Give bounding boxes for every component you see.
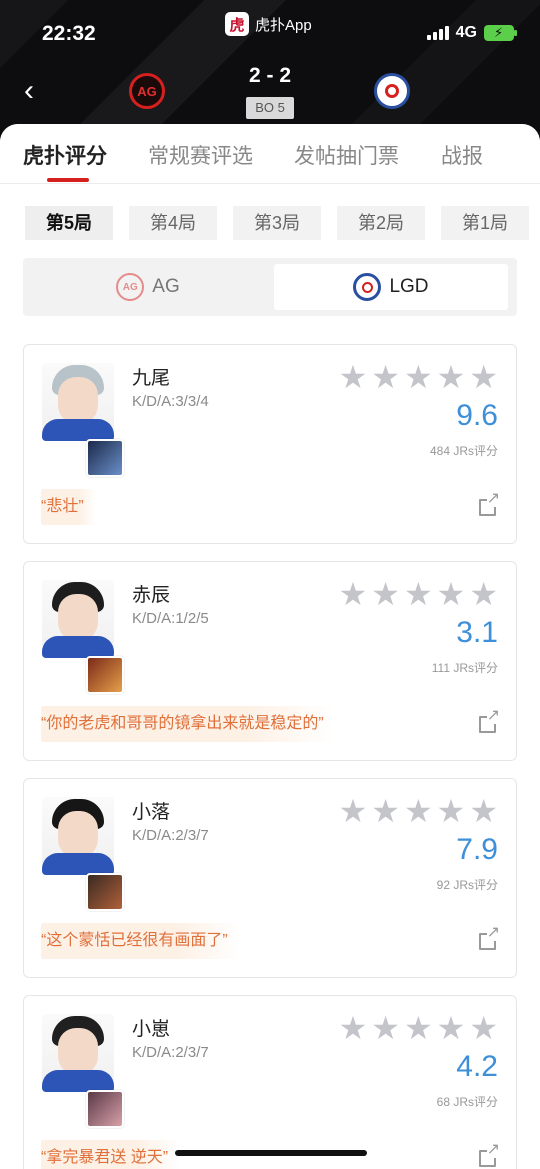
home-indicator <box>175 1150 367 1156</box>
player-rating: 9.6 <box>456 399 498 432</box>
team-option-ag[interactable]: AG AG <box>31 264 265 310</box>
ag-logo-icon: AG <box>116 273 145 301</box>
rating-count: 92 JRs评分 <box>436 878 498 892</box>
star-icon[interactable]: ★ <box>339 361 368 393</box>
star-icon[interactable]: ★ <box>437 578 466 610</box>
tab-hupu-rating[interactable]: 虎扑评分 <box>23 140 107 170</box>
player-name: 九尾 <box>132 368 171 389</box>
tab-bar: 虎扑评分 常规赛评选 发帖抽门票 战报 <box>0 124 540 184</box>
star-icon[interactable]: ★ <box>339 1012 368 1044</box>
status-indicators: 4G ⚡ <box>426 24 517 42</box>
player-avatar <box>42 797 114 875</box>
battery-icon: ⚡ <box>484 25 517 41</box>
player-name: 赤辰 <box>132 585 171 606</box>
player-rating: 7.9 <box>456 833 498 866</box>
team-name: AG <box>152 276 180 297</box>
player-name: 小落 <box>132 802 171 823</box>
player-card[interactable]: 小落 K/D/A:2/3/7 ★ ★ ★ ★ ★ 7.9 92 JRs评分 “这… <box>23 778 517 978</box>
star-icon[interactable]: ★ <box>404 361 433 393</box>
hero-icon <box>86 1090 124 1128</box>
game-selector: 第5局 第4局 第3局 第2局 第1局 <box>25 206 529 240</box>
app-badge[interactable]: 虎 虎扑App <box>225 12 312 36</box>
share-icon[interactable] <box>479 491 500 516</box>
star-icon[interactable]: ★ <box>371 1012 400 1044</box>
star-icon[interactable]: ★ <box>371 578 400 610</box>
game-tab-5[interactable]: 第5局 <box>25 206 113 240</box>
star-icon[interactable]: ★ <box>469 361 498 393</box>
top-comment[interactable]: “悲壮” <box>41 489 96 525</box>
content-sheet: 虎扑评分 常规赛评选 发帖抽门票 战报 第5局 第4局 第3局 第2局 第1局 … <box>0 124 540 1169</box>
rating-stars[interactable]: ★ ★ ★ ★ ★ <box>339 1012 498 1044</box>
share-icon[interactable] <box>479 1142 500 1167</box>
lgd-team-logo <box>374 73 410 109</box>
share-icon[interactable] <box>479 708 500 733</box>
star-icon[interactable]: ★ <box>339 578 368 610</box>
player-kda: K/D/A:2/3/7 <box>132 1044 209 1061</box>
match-header: 22:32 虎 虎扑App 4G ⚡ ‹ AG 2 - 2 BO 5 <box>0 0 540 140</box>
hupu-logo-icon: 虎 <box>225 12 249 36</box>
rating-count: 111 JRs评分 <box>431 661 498 675</box>
player-card[interactable]: 赤辰 K/D/A:1/2/5 ★ ★ ★ ★ ★ 3.1 111 JRs评分 “… <box>23 561 517 761</box>
player-avatar <box>42 1014 114 1092</box>
star-icon[interactable]: ★ <box>469 795 498 827</box>
top-comment[interactable]: “你的老虎和哥哥的镜拿出来就是稳定的” <box>41 706 336 742</box>
rating-count: 484 JRs评分 <box>429 444 498 458</box>
star-icon[interactable]: ★ <box>404 578 433 610</box>
game-tab-1[interactable]: 第1局 <box>441 206 529 240</box>
star-icon[interactable]: ★ <box>371 361 400 393</box>
lgd-logo-icon <box>353 273 382 301</box>
player-avatar <box>42 580 114 658</box>
star-icon[interactable]: ★ <box>404 795 433 827</box>
team-name: LGD <box>389 276 429 297</box>
player-card[interactable]: 小崽 K/D/A:2/3/7 ★ ★ ★ ★ ★ 4.2 68 JRs评分 “拿… <box>23 995 517 1169</box>
player-kda: K/D/A:2/3/7 <box>132 827 209 844</box>
game-tab-3[interactable]: 第3局 <box>233 206 321 240</box>
top-comment[interactable]: “拿完暴君送 逆天” <box>41 1140 181 1169</box>
star-icon[interactable]: ★ <box>437 795 466 827</box>
status-time: 22:32 <box>42 22 96 45</box>
tab-match-report[interactable]: 战报 <box>441 140 483 170</box>
star-icon[interactable]: ★ <box>469 1012 498 1044</box>
star-icon[interactable]: ★ <box>371 795 400 827</box>
hero-icon <box>86 873 124 911</box>
player-rating: 4.2 <box>456 1050 498 1083</box>
game-tab-4[interactable]: 第4局 <box>129 206 217 240</box>
active-tab-indicator <box>47 178 89 182</box>
rating-stars[interactable]: ★ ★ ★ ★ ★ <box>339 578 498 610</box>
player-kda: K/D/A:1/2/5 <box>132 610 209 627</box>
hero-icon <box>86 656 124 694</box>
star-icon[interactable]: ★ <box>404 1012 433 1044</box>
top-comment[interactable]: “这个蒙恬已经很有画面了” <box>41 923 240 959</box>
signal-icon <box>426 26 449 40</box>
star-icon[interactable]: ★ <box>339 795 368 827</box>
player-avatar <box>42 363 114 441</box>
team-option-lgd[interactable]: LGD <box>274 264 508 310</box>
network-label: 4G <box>455 24 477 41</box>
player-rating: 3.1 <box>456 616 498 649</box>
match-score: 2 - 2 <box>248 64 292 87</box>
star-icon[interactable]: ★ <box>437 1012 466 1044</box>
rating-stars[interactable]: ★ ★ ★ ★ ★ <box>339 361 498 393</box>
match-format-badge: BO 5 <box>246 97 294 119</box>
player-name: 小崽 <box>132 1019 171 1040</box>
hero-icon <box>86 439 124 477</box>
rating-stars[interactable]: ★ ★ ★ ★ ★ <box>339 795 498 827</box>
player-card[interactable]: 九尾 K/D/A:3/3/4 ★ ★ ★ ★ ★ 9.6 484 JRs评分 “… <box>23 344 517 544</box>
app-name: 虎扑App <box>255 16 312 34</box>
rating-content: 第5局 第4局 第3局 第2局 第1局 AG AG LGD 九尾 K/D/A:3… <box>0 184 540 1169</box>
star-icon[interactable]: ★ <box>469 578 498 610</box>
tab-regular-season-vote[interactable]: 常规赛评选 <box>148 140 253 170</box>
team-switch: AG AG LGD <box>23 258 517 316</box>
game-tab-2[interactable]: 第2局 <box>337 206 425 240</box>
share-icon[interactable] <box>479 925 500 950</box>
star-icon[interactable]: ★ <box>437 361 466 393</box>
rating-count: 68 JRs评分 <box>436 1095 498 1109</box>
tab-post-ticket-draw[interactable]: 发帖抽门票 <box>294 140 399 170</box>
player-kda: K/D/A:3/3/4 <box>132 393 209 410</box>
